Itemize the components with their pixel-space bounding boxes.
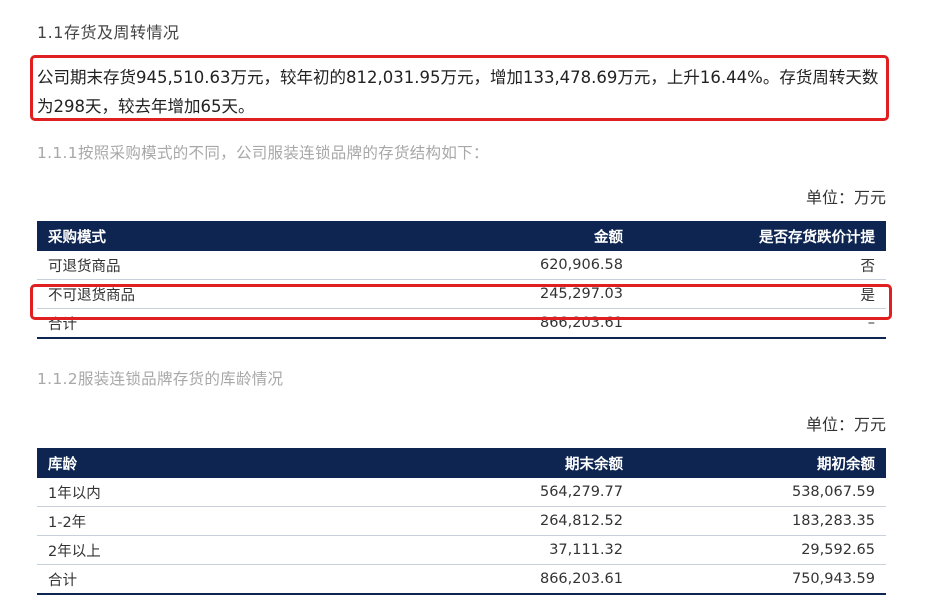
cell-closing: 264,812.52: [279, 506, 634, 536]
column-header-amount: 金额: [594, 229, 623, 246]
cell-opening: 183,283.35: [634, 506, 886, 536]
cell-closing: 37,111.32: [279, 535, 634, 565]
unit-label: 单位：万元: [805, 188, 886, 207]
table-header-row: 采购模式 金额 是否存货跌价计提: [37, 221, 886, 251]
table-total-row: 合计 866,203.61 750,943.59: [37, 564, 886, 595]
cell-opening: 538,067.59: [634, 478, 886, 507]
cell-age: 1年以内: [37, 478, 279, 507]
cell-age: 2年以上: [37, 535, 279, 565]
row-highlight-box: [30, 284, 892, 320]
subsection-title-inventory-age: 1.1.2服装连锁品牌存货的库龄情况: [37, 370, 284, 388]
cell-amount: 620,906.58: [279, 251, 634, 280]
cell-opening: 750,943.59: [634, 564, 886, 595]
table-row: 2年以上 37,111.32 29,592.65: [37, 535, 886, 565]
column-header-opening-balance: 期初余额: [817, 456, 875, 473]
table-row: 可退货商品 620,906.58 否: [37, 251, 886, 280]
purchase-mode-table: 采购模式 金额 是否存货跌价计提 可退货商品 620,906.58 否 不可退货…: [37, 221, 886, 339]
cell-closing: 564,279.77: [279, 478, 634, 507]
unit-label: 单位：万元: [805, 415, 886, 434]
cell-opening: 29,592.65: [634, 535, 886, 565]
inventory-age-table: 库龄 期末余额 期初余额 1年以内 564,279.77 538,067.59 …: [37, 448, 886, 595]
cell-mode: 可退货商品: [37, 251, 279, 280]
column-header-impairment: 是否存货跌价计提: [759, 229, 875, 246]
column-header-closing-balance: 期末余额: [565, 456, 623, 473]
table-header-row: 库龄 期末余额 期初余额: [37, 448, 886, 478]
column-header-purchase-mode: 采购模式: [48, 229, 106, 246]
cell-age: 合计: [37, 564, 279, 595]
table-row: 1-2年 264,812.52 183,283.35: [37, 506, 886, 536]
column-header-age: 库龄: [48, 456, 77, 473]
summary-paragraph: 公司期末存货945,510.63万元，较年初的812,031.95万元，增加13…: [37, 68, 879, 116]
cell-closing: 866,203.61: [279, 564, 634, 595]
cell-age: 1-2年: [37, 506, 279, 536]
table-row: 1年以内 564,279.77 538,067.59: [37, 478, 886, 507]
cell-impairment: 否: [634, 251, 886, 280]
section-title: 1.1存货及周转情况: [37, 23, 180, 42]
subsection-title-purchase-mode: 1.1.1按照采购模式的不同，公司服装连锁品牌的存货结构如下：: [37, 144, 489, 162]
